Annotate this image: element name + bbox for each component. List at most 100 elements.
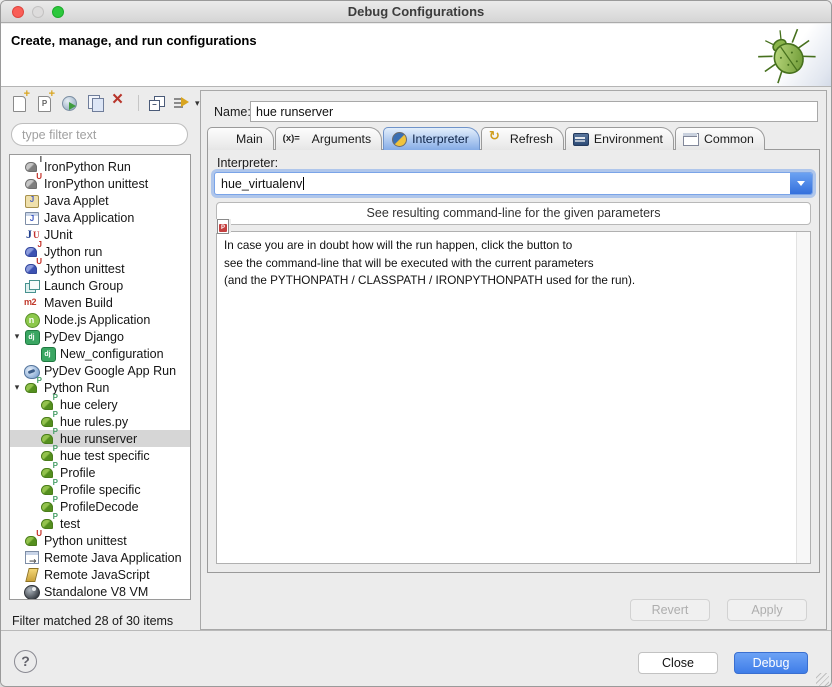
- close-button[interactable]: Close: [638, 652, 718, 674]
- interpreter-combobox[interactable]: hue_virtualenv: [214, 172, 813, 195]
- interpreter-value: hue_virtualenv: [215, 177, 790, 191]
- remote-javascript-icon: [24, 567, 40, 582]
- tree-item[interactable]: Maven Build: [10, 294, 190, 311]
- tree-item-label: Java Application: [44, 211, 134, 225]
- tree-item-label: Node.js Application: [44, 313, 150, 327]
- collapse-all-icon[interactable]: [148, 94, 166, 112]
- tab-label: Interpreter: [412, 132, 469, 146]
- tree-item[interactable]: hue rules.py: [10, 413, 190, 430]
- refresh-tab-icon: [489, 132, 505, 146]
- resize-grip[interactable]: [816, 673, 829, 686]
- nodejs-application-icon: [24, 312, 40, 327]
- see-command-line-button[interactable]: See resulting command-line for the given…: [216, 202, 811, 225]
- apply-button[interactable]: Apply: [727, 599, 807, 621]
- tab-label: Main: [236, 132, 263, 146]
- title-bar[interactable]: Debug Configurations: [1, 1, 831, 23]
- debug-button[interactable]: Debug: [734, 652, 808, 674]
- tree-item-label: test: [60, 517, 80, 531]
- filter-configurations-icon[interactable]: [173, 94, 191, 112]
- expanded-twisty-icon[interactable]: ▾: [10, 382, 24, 393]
- configuration-detail-panel: Name: MainArgumentsInterpreterRefreshEnv…: [200, 90, 827, 630]
- tree-item-label: Python unittest: [44, 534, 127, 548]
- tree-item-label: Java Applet: [44, 194, 109, 208]
- remote-java-icon: [24, 550, 40, 565]
- tree-item[interactable]: Remote JavaScript: [10, 566, 190, 583]
- toolbar-separator: [138, 95, 139, 111]
- ironpython-unittest-icon: [24, 176, 40, 191]
- tree-item[interactable]: hue celery: [10, 396, 190, 413]
- tree-item[interactable]: Launch Group: [10, 277, 190, 294]
- tree-item-label: New_configuration: [60, 347, 164, 361]
- tree-item-label: hue celery: [60, 398, 118, 412]
- tab-interpreter[interactable]: Interpreter: [383, 127, 480, 150]
- text-caret: [303, 177, 304, 190]
- tab-label: Refresh: [510, 132, 553, 146]
- arguments-tab-icon: [283, 132, 307, 146]
- tree-item-label: hue rules.py: [60, 415, 128, 429]
- tab-content-area: Interpreter: hue_virtualenv See resultin…: [207, 149, 820, 573]
- tab-label: Environment: [594, 132, 663, 146]
- command-info-text: In case you are in doubt how will the ru…: [217, 232, 795, 563]
- tree-item-label: Remote JavaScript: [44, 568, 150, 582]
- header-banner: Create, manage, and run configurations: [1, 24, 831, 87]
- main-content: ▾ IronPython Run IronPython unittest Java …: [1, 88, 831, 630]
- tree-item-label: Standalone V8 VM: [44, 585, 148, 599]
- revert-button[interactable]: Revert: [630, 599, 710, 621]
- tab-refresh[interactable]: Refresh: [481, 127, 564, 150]
- tree-item-label: hue runserver: [60, 432, 137, 446]
- tree-item[interactable]: Profile: [10, 464, 190, 481]
- config-tab-bar: Main Arguments Interpreter Refresh Environme…: [207, 127, 820, 150]
- chevron-down-icon[interactable]: [790, 173, 812, 194]
- export-configurations-icon[interactable]: [61, 94, 79, 112]
- tree-item[interactable]: Standalone V8 VM: [10, 583, 190, 600]
- tree-item[interactable]: Profile specific: [10, 481, 190, 498]
- tree-item-label: hue test specific: [60, 449, 150, 463]
- tree-item[interactable]: hue test specific: [10, 447, 190, 464]
- new-configuration-icon[interactable]: [11, 94, 29, 112]
- tree-item[interactable]: ▾Python Run: [10, 379, 190, 396]
- tree-item[interactable]: Jython unittest: [10, 260, 190, 277]
- expanded-twisty-icon[interactable]: ▾: [10, 331, 24, 342]
- name-input[interactable]: [250, 101, 818, 122]
- dropdown-caret-icon[interactable]: ▾: [195, 98, 200, 109]
- dialog-button-bar: ? Close Debug: [1, 630, 831, 687]
- command-info-box: In case you are in doubt how will the ru…: [216, 231, 811, 564]
- python-run-icon: [40, 516, 56, 531]
- tree-item-label: JUnit: [44, 228, 72, 242]
- tree-item-label: Profile specific: [60, 483, 141, 497]
- tree-item[interactable]: ▾PyDev Django: [10, 328, 190, 345]
- tree-item[interactable]: Java Application: [10, 209, 190, 226]
- jython-unittest-icon: [24, 261, 40, 276]
- help-button[interactable]: ?: [14, 650, 37, 673]
- tab-arguments[interactable]: Arguments: [275, 127, 382, 150]
- tree-item-label: Remote Java Application: [44, 551, 182, 565]
- tree-item[interactable]: New_configuration: [10, 345, 190, 362]
- tab-common[interactable]: Common: [675, 127, 765, 150]
- tree-item-label: IronPython Run: [44, 160, 131, 174]
- tree-item[interactable]: Node.js Application: [10, 311, 190, 328]
- tab-main[interactable]: Main: [207, 127, 274, 150]
- tree-item[interactable]: hue runserver: [10, 430, 190, 447]
- tree-item-label: Launch Group: [44, 279, 123, 293]
- tree-item[interactable]: IronPython unittest: [10, 175, 190, 192]
- java-applet-icon: [24, 193, 40, 208]
- tree-item[interactable]: ProfileDecode: [10, 498, 190, 515]
- page-title: Create, manage, and run configurations: [11, 33, 257, 48]
- new-prototype-icon[interactable]: [36, 94, 54, 112]
- tree-item[interactable]: Remote Java Application: [10, 549, 190, 566]
- filter-input[interactable]: [11, 123, 188, 146]
- main-tab-icon: [215, 219, 231, 233]
- interpreter-tab-icon: [391, 132, 407, 146]
- delete-icon[interactable]: [111, 94, 129, 112]
- tree-item-label: Jython run: [44, 245, 102, 259]
- pydev-django-icon: [24, 329, 40, 344]
- tree-item-label: IronPython unittest: [44, 177, 148, 191]
- tree-item-label: PyDev Google App Run: [44, 364, 176, 378]
- tree-item[interactable]: Java Applet: [10, 192, 190, 209]
- tab-environment[interactable]: Environment: [565, 127, 674, 150]
- info-scrollbar[interactable]: [796, 232, 810, 563]
- tab-label: Arguments: [312, 132, 371, 146]
- configurations-tree[interactable]: IronPython Run IronPython unittest Java Ap…: [9, 154, 191, 600]
- duplicate-icon[interactable]: [86, 94, 104, 112]
- tree-item[interactable]: Python unittest: [10, 532, 190, 549]
